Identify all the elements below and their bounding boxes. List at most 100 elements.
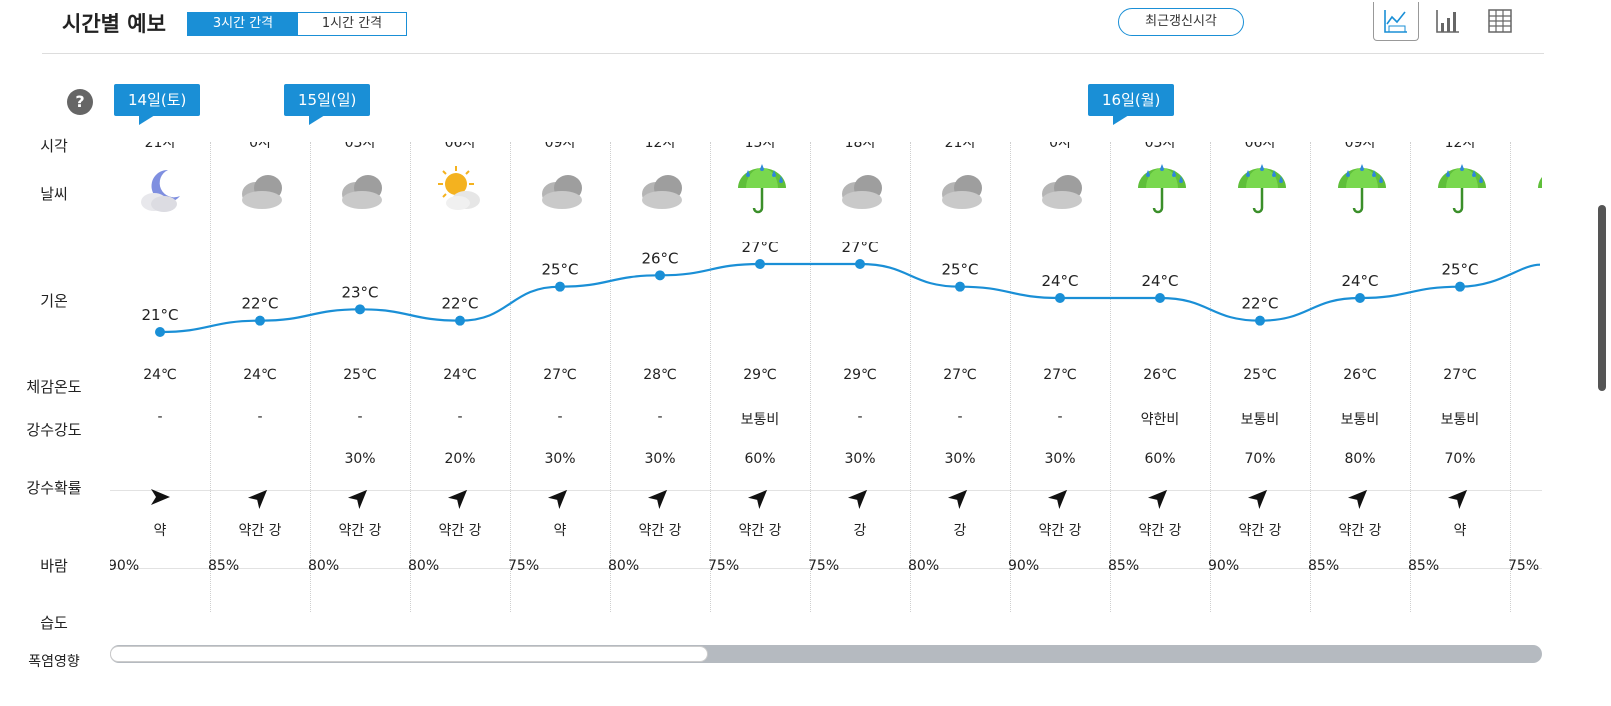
precip-intensity-value: 약 bbox=[1510, 409, 1542, 429]
wind-strength-value: 약간 강 bbox=[1338, 523, 1382, 539]
time-label: 06시 bbox=[444, 142, 476, 151]
sun-cloud-icon bbox=[432, 160, 492, 220]
row-label-time: 시각 bbox=[40, 137, 68, 155]
precip-intensity-value: - bbox=[557, 409, 563, 425]
temperature-point bbox=[1055, 293, 1065, 303]
time-label: 09시 bbox=[1344, 142, 1376, 151]
time-label: 0시 bbox=[249, 142, 271, 151]
humidity-value: 75% bbox=[508, 558, 540, 574]
temperature-point bbox=[255, 315, 265, 326]
temperature-point bbox=[1455, 281, 1465, 292]
precip-intensity-value: 보통비 bbox=[1440, 412, 1480, 428]
wind-direction-icon bbox=[843, 480, 877, 514]
row-label-precip-probability: 강수확률 bbox=[26, 479, 82, 497]
humidity-value: 75% bbox=[1508, 558, 1540, 574]
row-label-feels: 체감온도 bbox=[26, 378, 82, 396]
temperature-point bbox=[1255, 315, 1265, 326]
row-label-precip-intensity: 강수강도 bbox=[26, 421, 82, 439]
precip-intensity-value: 약한비 bbox=[1140, 412, 1180, 428]
wind-strength-value: 약간 강 bbox=[438, 523, 482, 539]
humidity-value: 85% bbox=[208, 558, 240, 574]
row-label-humidity: 습도 bbox=[40, 614, 68, 632]
precip-probability-value: 60% bbox=[1144, 451, 1176, 467]
help-icon[interactable]: ? bbox=[67, 89, 93, 115]
wind-direction-icon bbox=[943, 480, 977, 514]
last-update-button[interactable]: 최근갱신시각 bbox=[1118, 8, 1244, 36]
row-label-wind: 바람 bbox=[40, 557, 68, 575]
time-label: 21시 bbox=[144, 142, 176, 151]
time-label: 0시 bbox=[1049, 142, 1071, 151]
time-label: 03시 bbox=[1144, 142, 1176, 151]
moon-cloud-icon bbox=[132, 160, 192, 220]
rain-umbrella-icon bbox=[1332, 160, 1392, 220]
precip-intensity-value: - bbox=[857, 409, 863, 425]
wind-direction-icon bbox=[1243, 480, 1277, 514]
row-label-heat-impact: 폭염영향 bbox=[28, 654, 80, 670]
precip-probability-value: 30% bbox=[344, 451, 376, 467]
time-label: 06시 bbox=[1244, 142, 1276, 151]
bar-view-button[interactable] bbox=[1426, 2, 1470, 40]
temperature-label: 25°C bbox=[541, 261, 578, 279]
wind-direction-icon bbox=[1443, 480, 1477, 514]
temperature-point bbox=[855, 259, 865, 269]
tab-1-hour[interactable]: 1시간 간격 bbox=[298, 13, 406, 35]
cloud-icon bbox=[832, 160, 892, 220]
temperature-label: 24°C bbox=[1341, 272, 1378, 290]
temperature-label: 25°C bbox=[941, 261, 978, 279]
humidity-value: 90% bbox=[110, 558, 140, 574]
precip-intensity-value: - bbox=[457, 409, 463, 425]
temperature-label: 21°C bbox=[141, 306, 178, 324]
wind-direction-icon bbox=[1043, 480, 1077, 514]
heat-scroll-thumb[interactable] bbox=[110, 646, 708, 662]
temperature-label: 23°C bbox=[341, 283, 378, 301]
wind-strength-value: 약간 강 bbox=[638, 523, 682, 539]
precip-intensity-value: - bbox=[1057, 409, 1063, 425]
precip-probability-value: 30% bbox=[844, 451, 876, 467]
wind-strength-value: 약간 강 bbox=[1238, 523, 1282, 539]
day-label-16: 16일(월) bbox=[1088, 84, 1175, 125]
wind-strength-value: 약간 강 bbox=[1038, 523, 1082, 539]
wind-direction-icon bbox=[343, 480, 377, 514]
precip-probability-value: 30% bbox=[544, 451, 576, 467]
wind-direction-icon bbox=[543, 480, 577, 514]
precip-intensity-value: - bbox=[257, 409, 263, 425]
temperature-label: 27°C bbox=[741, 242, 778, 256]
humidity-value: 85% bbox=[1308, 558, 1340, 574]
temperature-label: 22°C bbox=[441, 295, 478, 313]
line-chart-icon bbox=[1384, 10, 1407, 33]
precip-probability-value: 70% bbox=[1444, 451, 1476, 467]
heat-impact-scrollbar[interactable] bbox=[110, 645, 1542, 663]
temperature-label: 24°C bbox=[1041, 272, 1078, 290]
wind-strength-value: 약 bbox=[1453, 523, 1467, 539]
humidity-value: 75% bbox=[808, 558, 840, 574]
time-label: 21시 bbox=[944, 142, 976, 151]
temperature-chart: 21°C 22°C 23°C 22°C 25°C 26°C 27°C 27°C 25°C 24°C… bbox=[141, 242, 1541, 337]
cloud-icon bbox=[332, 160, 392, 220]
cloud-icon bbox=[532, 160, 592, 220]
humidity-value: 85% bbox=[1408, 558, 1440, 574]
row-label-temp: 기온 bbox=[40, 292, 68, 310]
interval-toggle: 3시간 간격 1시간 간격 bbox=[187, 12, 407, 36]
wind-direction-icon bbox=[1343, 480, 1377, 514]
humidity-value: 80% bbox=[308, 558, 340, 574]
page-scrollbar[interactable] bbox=[1598, 205, 1606, 391]
wind-direction-icon bbox=[743, 480, 777, 514]
table-icon bbox=[1488, 9, 1512, 33]
temperature-label: 26°C bbox=[641, 249, 678, 267]
time-label: 03시 bbox=[344, 142, 376, 151]
humidity-value: 90% bbox=[1008, 558, 1040, 574]
wind-strength-value: 강 bbox=[953, 523, 967, 539]
humidity-value: 75% bbox=[708, 558, 740, 574]
rain-umbrella-icon bbox=[1532, 160, 1542, 220]
table-view-button[interactable] bbox=[1478, 2, 1522, 40]
graph-view-button[interactable] bbox=[1373, 2, 1419, 41]
humidity-value: 85% bbox=[1108, 558, 1140, 574]
temperature-point bbox=[755, 259, 765, 269]
time-label: 18시 bbox=[844, 142, 876, 151]
day-label-14: 14일(토) bbox=[114, 84, 201, 125]
temperature-point bbox=[1355, 293, 1365, 303]
row-label-weather: 날씨 bbox=[40, 185, 68, 203]
wind-strength-value: 강 bbox=[853, 523, 867, 539]
tab-3-hour[interactable]: 3시간 간격 bbox=[188, 13, 298, 35]
precip-probability-value: 80% bbox=[1344, 451, 1376, 467]
